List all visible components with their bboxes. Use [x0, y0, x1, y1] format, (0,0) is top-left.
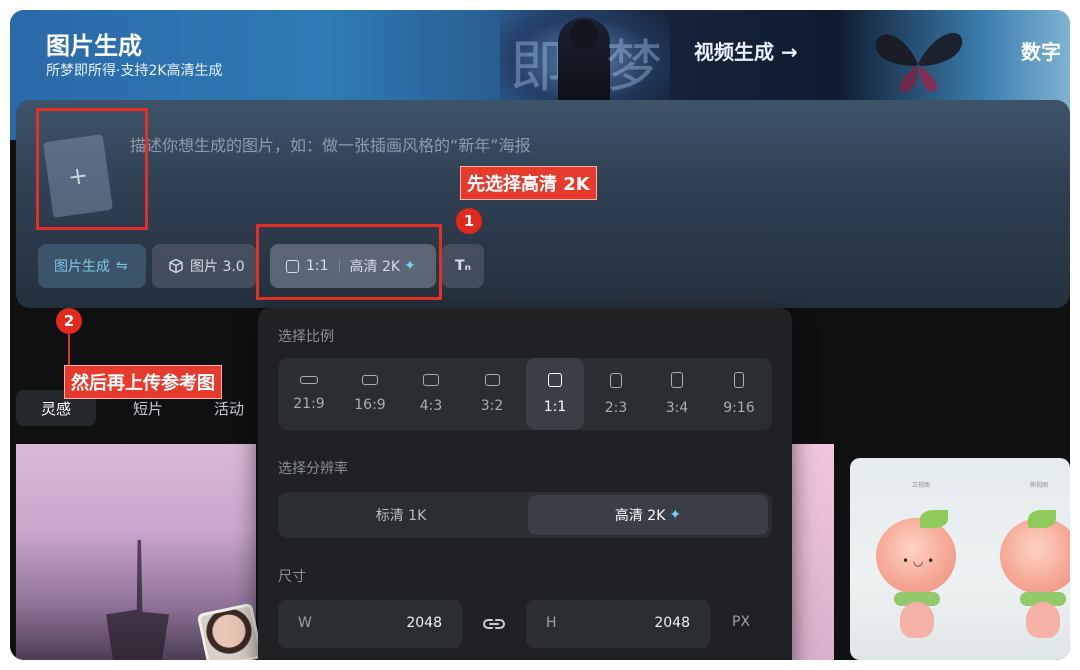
ratio-option-label: 3:4: [665, 400, 689, 416]
ratio-resolution-dropdown: 选择比例 21:9 16:9 4:3 3:2 1:1 2:3 3:4 9:16 …: [258, 308, 792, 660]
height-input[interactable]: H 2048: [526, 600, 710, 648]
ratio-option-label: 9:16: [723, 400, 755, 416]
page-title: 图片生成: [46, 32, 142, 60]
width-input[interactable]: W 2048: [278, 600, 462, 648]
model-label: 图片 3.0: [190, 259, 245, 275]
width-key: W: [298, 615, 312, 631]
ratio-option-3-2[interactable]: 3:2: [463, 358, 521, 430]
ratio-9-16-icon: [734, 372, 744, 388]
annotation-step1-badge: 1: [456, 208, 482, 234]
resolution-option-1k[interactable]: 标清 1K: [281, 495, 521, 535]
link-icon[interactable]: [482, 614, 506, 634]
model-selector-button[interactable]: 图片 3.0: [152, 244, 256, 288]
page-subtitle: 所梦即所得·支持2K高清生成: [46, 63, 223, 79]
app-window: 即 梦 图片生成 所梦即所得·支持2K高清生成 视频生成 → 数字 + 描述你想…: [10, 10, 1070, 660]
ratio-2-3-icon: [610, 372, 622, 388]
ratio-option-label: 1:1: [543, 399, 567, 415]
height-key: H: [546, 615, 557, 631]
resolution-options: 标清 1K 高清 2K ✦: [278, 492, 772, 538]
digital-human-link[interactable]: 数字: [1021, 36, 1061, 65]
annotation-connector: [68, 334, 70, 366]
resolution-option-2k[interactable]: 高清 2K ✦: [528, 495, 768, 535]
ratio-1-1-icon: [548, 373, 562, 387]
avatar: [196, 602, 264, 660]
resolution-option-label: 高清 2K: [614, 508, 666, 524]
ratio-option-label: 3:2: [480, 398, 504, 414]
peach-body: [1026, 602, 1060, 638]
ratio-4-3-icon: [423, 374, 439, 386]
size-section-label: 尺寸: [278, 569, 306, 585]
peach-tag-front: 正视图: [912, 482, 931, 489]
banner-figure-image: [558, 18, 610, 110]
ratio-option-label: 21:9: [293, 396, 325, 412]
ratio-options: 21:9 16:9 4:3 3:2 1:1 2:3 3:4 9:16: [278, 358, 772, 430]
width-value: 2048: [406, 615, 442, 631]
height-value: 2048: [654, 615, 690, 631]
unit-label: PX: [732, 614, 751, 630]
annotation-box-quality: [256, 224, 442, 300]
leaf-icon: [1028, 510, 1056, 528]
text-format-icon: Tₙ: [455, 258, 471, 274]
gallery-thumbnail-peach[interactable]: 正视图 侧视图 • ◡ •: [850, 458, 1070, 660]
mode-selector-button[interactable]: 图片生成 ⇋: [38, 244, 146, 288]
ratio-section-label: 选择比例: [278, 329, 334, 345]
ratio-21-9-icon: [300, 376, 318, 384]
annotation-step2-label: 然后再上传参考图: [64, 365, 222, 399]
ratio-option-2-3[interactable]: 2:3: [587, 358, 645, 430]
banner-art-char-2: 梦: [606, 35, 662, 100]
ratio-option-16-9[interactable]: 16:9: [341, 358, 399, 430]
text-style-button[interactable]: Tₙ: [442, 244, 484, 288]
ratio-16-9-icon: [362, 375, 378, 385]
ratio-option-3-4[interactable]: 3:4: [648, 358, 706, 430]
sparkle-icon: ✦: [669, 507, 682, 523]
ratio-option-label: 4:3: [419, 398, 443, 414]
switch-icon: ⇋: [116, 258, 128, 274]
ratio-option-1-1[interactable]: 1:1: [526, 358, 584, 430]
ratio-3-4-icon: [671, 372, 683, 388]
annotation-step1-label: 先选择高清 2K: [460, 166, 597, 200]
peach-face: • ◡ •: [902, 554, 935, 568]
prompt-input[interactable]: 描述你想生成的图片，如：做一张插画风格的“新年”海报: [130, 132, 531, 156]
ratio-option-label: 2:3: [604, 399, 628, 416]
peach-body: [900, 602, 934, 638]
mode-label: 图片生成: [54, 259, 110, 275]
ratio-option-4-3[interactable]: 4:3: [402, 358, 460, 430]
leaf-icon: [920, 510, 948, 528]
peach-tag-side: 侧视图: [1030, 482, 1049, 489]
ratio-option-label: 16:9: [354, 397, 386, 413]
ratio-option-21-9[interactable]: 21:9: [280, 358, 338, 430]
resolution-section-label: 选择分辨率: [278, 461, 348, 477]
butterfly-image: [875, 32, 963, 92]
peach-character-2: [1000, 518, 1070, 594]
resolution-option-label: 标清 1K: [375, 508, 427, 524]
video-generation-link[interactable]: 视频生成 →: [694, 36, 798, 65]
ratio-option-9-16[interactable]: 9:16: [710, 358, 768, 430]
ratio-3-2-icon: [484, 374, 500, 386]
annotation-box-upload: [36, 108, 148, 230]
annotation-step2-badge: 2: [56, 308, 82, 334]
cube-icon: [169, 258, 183, 274]
